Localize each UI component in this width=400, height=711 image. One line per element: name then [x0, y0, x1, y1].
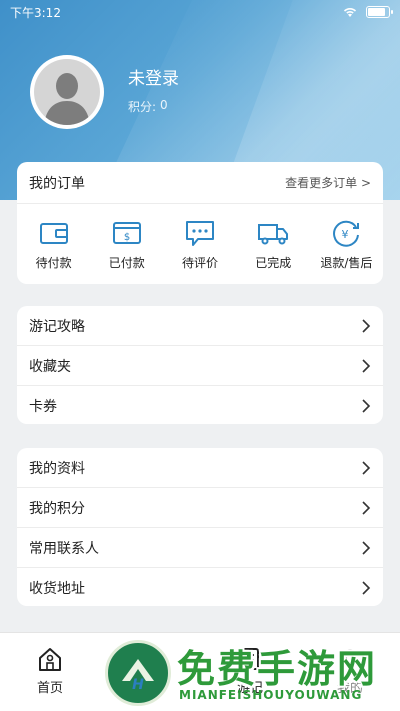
bottom-tab-bar: 首页 游记 我的	[0, 632, 400, 711]
chevron-right-icon	[362, 460, 371, 475]
order-status-paid[interactable]: $ 已付款	[90, 204, 163, 284]
menu-group-account: 我的资料 我的积分 常用联系人 收货地址	[17, 448, 383, 606]
order-status-label: 已完成	[255, 255, 292, 270]
order-status-to-review[interactable]: 待评价	[163, 204, 236, 284]
status-bar: 下午3:12	[0, 0, 400, 24]
orders-header: 我的订单 查看更多订单 >	[17, 162, 383, 204]
wifi-icon	[343, 8, 357, 17]
view-all-orders-link[interactable]: 查看更多订单 >	[285, 174, 371, 191]
discover-icon	[139, 648, 161, 670]
svg-text:¥: ¥	[342, 228, 349, 241]
travel-note-icon	[241, 648, 259, 670]
card-paid-icon: $	[112, 221, 141, 244]
chevron-right-icon	[362, 540, 371, 555]
menu-item-shipping-address[interactable]: 收货地址	[17, 568, 383, 606]
tab-travel-notes[interactable]: 游记	[200, 633, 300, 711]
menu-item-label: 收藏夹	[29, 358, 71, 375]
login-status[interactable]: 未登录	[128, 64, 179, 89]
menu-item-label: 收货地址	[29, 581, 85, 597]
menu-item-coupons[interactable]: 卡券	[17, 386, 383, 424]
order-status-completed[interactable]: 已完成	[237, 204, 310, 284]
menu-item-label: 卡券	[29, 399, 57, 415]
chevron-right-icon	[362, 318, 371, 333]
points-display: 积分: 0	[128, 98, 168, 115]
svg-text:$: $	[124, 232, 130, 243]
menu-item-label: 常用联系人	[29, 540, 99, 557]
points-label: 积分:	[128, 100, 157, 114]
menu-item-my-points[interactable]: 我的积分	[17, 488, 383, 528]
order-status-label: 待付款	[35, 255, 72, 270]
chevron-right-icon	[362, 500, 371, 515]
chevron-right-icon	[362, 399, 371, 413]
profile-icon	[340, 649, 360, 671]
chevron-right-icon	[362, 358, 371, 373]
tab-discover[interactable]	[100, 633, 200, 711]
refund-icon: ¥	[333, 220, 360, 247]
tab-label: 我的	[336, 681, 363, 696]
points-value: 0	[160, 98, 168, 112]
tab-my[interactable]: 我的	[300, 633, 400, 711]
menu-item-label: 我的积分	[29, 500, 85, 517]
status-time: 下午3:12	[10, 5, 61, 20]
order-status-label: 待评价	[182, 255, 219, 270]
menu-item-label: 我的资料	[29, 460, 85, 477]
menu-item-travel-notes[interactable]: 游记攻略	[17, 306, 383, 346]
chevron-right-icon	[362, 581, 371, 595]
battery-icon	[366, 6, 393, 18]
orders-card: 我的订单 查看更多订单 > 待付款 $ 已付款 待评价 已完成 ¥ 退款/售后	[17, 162, 383, 284]
default-avatar-icon	[44, 73, 90, 125]
avatar[interactable]	[30, 55, 104, 129]
home-icon	[39, 648, 61, 671]
menu-item-label: 游记攻略	[29, 318, 85, 335]
menu-item-profile-info[interactable]: 我的资料	[17, 448, 383, 488]
tab-label: 游记	[236, 681, 263, 696]
orders-title: 我的订单	[29, 175, 85, 192]
order-status-label: 已付款	[108, 255, 145, 270]
comment-icon	[186, 220, 214, 246]
menu-item-favorites[interactable]: 收藏夹	[17, 346, 383, 386]
order-status-refund[interactable]: ¥ 退款/售后	[310, 204, 383, 284]
tab-home[interactable]: 首页	[0, 633, 100, 711]
order-status-label: 退款/售后	[320, 255, 373, 270]
truck-icon	[258, 223, 289, 244]
menu-group-content: 游记攻略 收藏夹 卡券	[17, 306, 383, 424]
wallet-icon	[39, 222, 68, 244]
order-status-pending-payment[interactable]: 待付款	[17, 204, 90, 284]
menu-item-contacts[interactable]: 常用联系人	[17, 528, 383, 568]
tab-label: 首页	[36, 681, 63, 696]
